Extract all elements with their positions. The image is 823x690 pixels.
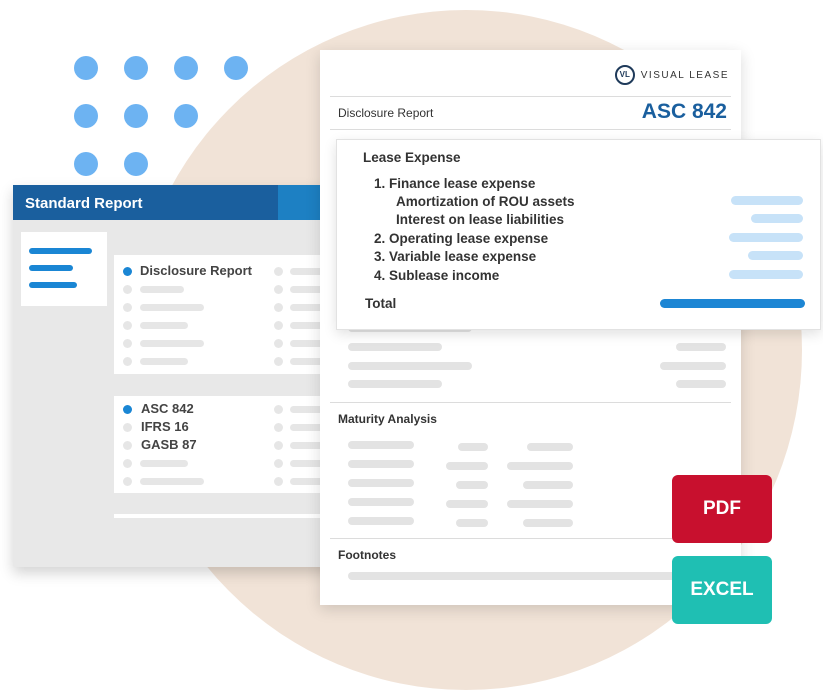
radio[interactable] [123,441,132,450]
placeholder-bar [456,519,488,527]
option-asc-842[interactable]: ASC 842 [141,401,194,416]
radio-selected[interactable] [123,267,132,276]
maturity-analysis-title: Maturity Analysis [338,412,437,426]
sidebar-item[interactable] [29,248,92,254]
report-list: Disclosure Report ASC 842 IFRS 16 GASB 8… [114,235,343,541]
placeholder-bar [140,322,188,329]
placeholder-bar [523,519,573,527]
value-bar [729,233,803,242]
placeholder-bar [140,286,184,293]
radio[interactable] [274,321,283,330]
value-bar [729,270,803,279]
divider [330,96,731,97]
standard-report-title: Standard Report [13,185,278,220]
sidebar [21,232,107,306]
placeholder-bar [458,443,488,451]
placeholder-bar [348,572,688,580]
line-item: 4. Sublease income [374,268,500,283]
radio[interactable] [123,303,132,312]
export-excel-button[interactable]: EXCEL [672,556,772,624]
export-pdf-button[interactable]: PDF [672,475,772,543]
brand: VL VISUAL LEASE [614,65,729,85]
document-standard: ASC 842 [641,100,727,123]
placeholder-bar [348,343,442,351]
placeholder-bar [140,340,204,347]
divider [330,129,731,130]
placeholder-bar [676,380,726,388]
placeholder-bar [507,500,573,508]
footnotes-title: Footnotes [338,548,396,562]
sidebar-item[interactable] [29,282,77,288]
value-bar [748,251,803,260]
placeholder-bar [140,304,204,311]
placeholder-bar [507,462,573,470]
radio[interactable] [123,357,132,366]
option-gasb-87[interactable]: GASB 87 [141,437,197,452]
placeholder-bar [348,362,472,370]
total-label: Total [365,296,397,311]
radio[interactable] [274,477,283,486]
value-bar [751,214,803,223]
placeholder-bar [527,443,573,451]
placeholder-bar [348,460,414,468]
placeholder-bar [140,478,204,485]
divider [330,402,731,403]
option-ifrs-16[interactable]: IFRS 16 [141,419,189,434]
value-bar [731,196,803,205]
line-item: 3. Variable lease expense [374,249,537,264]
sidebar-item[interactable] [29,265,73,271]
visual-lease-logo-icon: VL [614,65,635,85]
placeholder-bar [348,517,414,525]
line-item: 2. Operating lease expense [374,231,549,246]
radio[interactable] [274,339,283,348]
radio[interactable] [274,357,283,366]
radio[interactable] [123,339,132,348]
placeholder-bar [660,362,726,370]
placeholder-bar [348,498,414,506]
line-item: 1. Finance lease expense [374,176,536,191]
placeholder-bar [140,358,188,365]
placeholder-bar [523,481,573,489]
radio[interactable] [274,285,283,294]
list-band [114,374,343,396]
list-band [114,518,343,541]
placeholder-bar [348,441,414,449]
radio[interactable] [274,267,283,276]
radio-selected[interactable] [123,405,132,414]
divider [330,538,731,539]
radio[interactable] [123,285,132,294]
placeholder-bar [348,380,442,388]
radio[interactable] [123,477,132,486]
radio[interactable] [123,321,132,330]
list-band [114,235,343,255]
brand-name: VISUAL LEASE [640,69,729,81]
line-item: Amortization of ROU assets [396,194,575,209]
total-bar [660,299,805,308]
placeholder-bar [446,500,488,508]
placeholder-bar [348,479,414,487]
radio[interactable] [274,441,283,450]
placeholder-bar [456,481,488,489]
radio[interactable] [274,423,283,432]
radio[interactable] [123,459,132,468]
radio[interactable] [123,423,132,432]
placeholder-bar [140,460,188,467]
list-band [114,493,343,514]
placeholder-bar [676,343,726,351]
standard-report-window: Standard Report Disclosure Report ASC 84… [13,185,343,567]
radio[interactable] [274,459,283,468]
radio[interactable] [274,405,283,414]
placeholder-bar [446,462,488,470]
document-title: Disclosure Report [338,106,434,120]
option-disclosure-report[interactable]: Disclosure Report [140,263,252,278]
lease-expense-title: Lease Expense [363,150,461,165]
line-item: Interest on lease liabilities [396,212,565,227]
lease-expense-card: Lease Expense 1. Finance lease expense A… [336,139,821,330]
radio[interactable] [274,303,283,312]
